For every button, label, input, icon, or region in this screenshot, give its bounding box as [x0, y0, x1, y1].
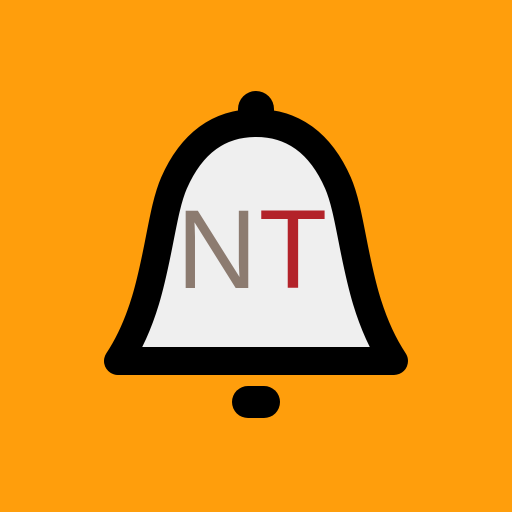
logo-letter-n: N	[177, 187, 258, 312]
logo-letter-t: T	[259, 187, 327, 312]
bell-top-knob	[238, 91, 274, 137]
app-icon: N T	[0, 0, 512, 512]
bell-icon: N T	[104, 91, 408, 418]
bell-clapper	[232, 386, 280, 418]
